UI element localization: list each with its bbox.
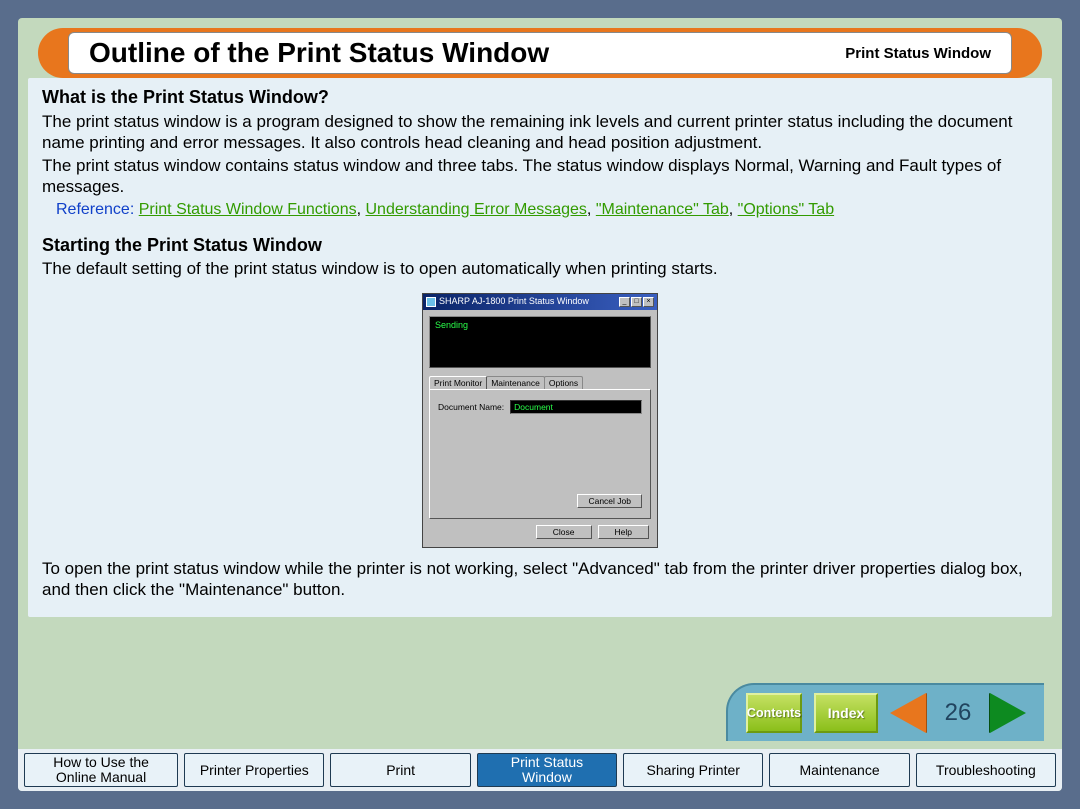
title-bar-inner: Outline of the Print Status Window Print… <box>68 32 1012 74</box>
btab-line2: Window <box>522 770 572 785</box>
para-starting-2: To open the print status window while th… <box>42 558 1038 601</box>
tab-maintenance[interactable]: Maintenance <box>486 376 545 390</box>
btab-sharing-printer[interactable]: Sharing Printer <box>623 753 763 787</box>
section-label: Print Status Window <box>845 45 991 62</box>
reference-line: Reference: Print Status Window Functions… <box>42 200 1038 220</box>
nav-row: Contents Index 26 <box>726 683 1044 741</box>
close-button[interactable]: Close <box>536 525 592 539</box>
title-bar-wrap: Outline of the Print Status Window Print… <box>18 18 1062 78</box>
cancel-job-button[interactable]: Cancel Job <box>577 494 642 508</box>
btab-how-to-use[interactable]: How to Use the Online Manual <box>24 753 178 787</box>
document-name-field: Document <box>510 400 642 414</box>
btab-printer-properties[interactable]: Printer Properties <box>184 753 324 787</box>
para-intro-2: The print status window contains status … <box>42 155 1038 198</box>
page-title: Outline of the Print Status Window <box>89 37 845 69</box>
btab-print[interactable]: Print <box>330 753 470 787</box>
maximize-icon[interactable]: □ <box>631 297 642 307</box>
window-title-text: SHARP AJ-1800 Print Status Window <box>439 296 619 307</box>
ref-link-errors[interactable]: Understanding Error Messages <box>365 201 586 218</box>
ref-link-maintenance[interactable]: "Maintenance" Tab <box>596 201 729 218</box>
btab-maintenance[interactable]: Maintenance <box>769 753 909 787</box>
btab-line1: Maintenance <box>799 763 879 778</box>
btab-line1: Troubleshooting <box>936 763 1036 778</box>
btab-line1: Print Status <box>511 755 583 770</box>
window-bottom-buttons: Close Help <box>423 519 657 547</box>
index-button[interactable]: Index <box>814 693 878 733</box>
contents-button[interactable]: Contents <box>746 693 802 733</box>
heading-starting: Starting the Print Status Window <box>42 234 1038 257</box>
para-starting-1: The default setting of the print status … <box>42 258 1038 279</box>
content-panel: Outline of the Print Status Window Print… <box>18 18 1062 791</box>
window-titlebar: SHARP AJ-1800 Print Status Window _ □ × <box>423 294 657 309</box>
btab-line2: Online Manual <box>56 770 146 785</box>
btab-line1: Sharing Printer <box>647 763 740 778</box>
btab-troubleshooting[interactable]: Troubleshooting <box>916 753 1056 787</box>
document-name-row: Document Name: Document <box>438 400 642 414</box>
tab-panel: Document Name: Document Cancel Job <box>429 389 651 519</box>
ref-link-options[interactable]: "Options" Tab <box>738 201 834 218</box>
status-text: Sending <box>435 320 468 330</box>
ref-sep: , <box>729 201 738 218</box>
ref-sep: , <box>587 201 596 218</box>
window-app-icon <box>426 297 436 307</box>
minimize-icon[interactable]: _ <box>619 297 630 307</box>
btab-line1: Print <box>386 763 415 778</box>
window-controls: _ □ × <box>619 297 654 307</box>
next-page-arrow-icon[interactable] <box>990 693 1026 733</box>
print-status-window: SHARP AJ-1800 Print Status Window _ □ × … <box>422 293 658 548</box>
help-button[interactable]: Help <box>598 525 649 539</box>
bottom-tabs: How to Use the Online Manual Printer Pro… <box>18 749 1062 791</box>
prev-page-arrow-icon[interactable] <box>890 693 926 733</box>
cancel-row: Cancel Job <box>438 494 642 508</box>
status-display: Sending <box>429 316 651 368</box>
title-bar: Outline of the Print Status Window Print… <box>38 28 1042 78</box>
reference-label: Reference: <box>56 201 134 218</box>
close-icon[interactable]: × <box>643 297 654 307</box>
btab-print-status-window[interactable]: Print Status Window <box>477 753 617 787</box>
screenshot-wrap: SHARP AJ-1800 Print Status Window _ □ × … <box>42 293 1038 548</box>
page-number: 26 <box>938 699 978 727</box>
document-name-label: Document Name: <box>438 402 504 413</box>
btab-line1: Printer Properties <box>200 763 309 778</box>
btab-line1: How to Use the <box>53 755 149 770</box>
tab-print-monitor[interactable]: Print Monitor <box>429 376 487 390</box>
heading-what-is: What is the Print Status Window? <box>42 86 1038 109</box>
window-tabs: Print Monitor Maintenance Options <box>429 376 651 390</box>
para-intro-1: The print status window is a program des… <box>42 111 1038 154</box>
ref-link-functions[interactable]: Print Status Window Functions <box>139 201 357 218</box>
content-area: What is the Print Status Window? The pri… <box>28 78 1052 617</box>
tab-options[interactable]: Options <box>544 376 583 390</box>
page-frame: Outline of the Print Status Window Print… <box>0 0 1080 809</box>
